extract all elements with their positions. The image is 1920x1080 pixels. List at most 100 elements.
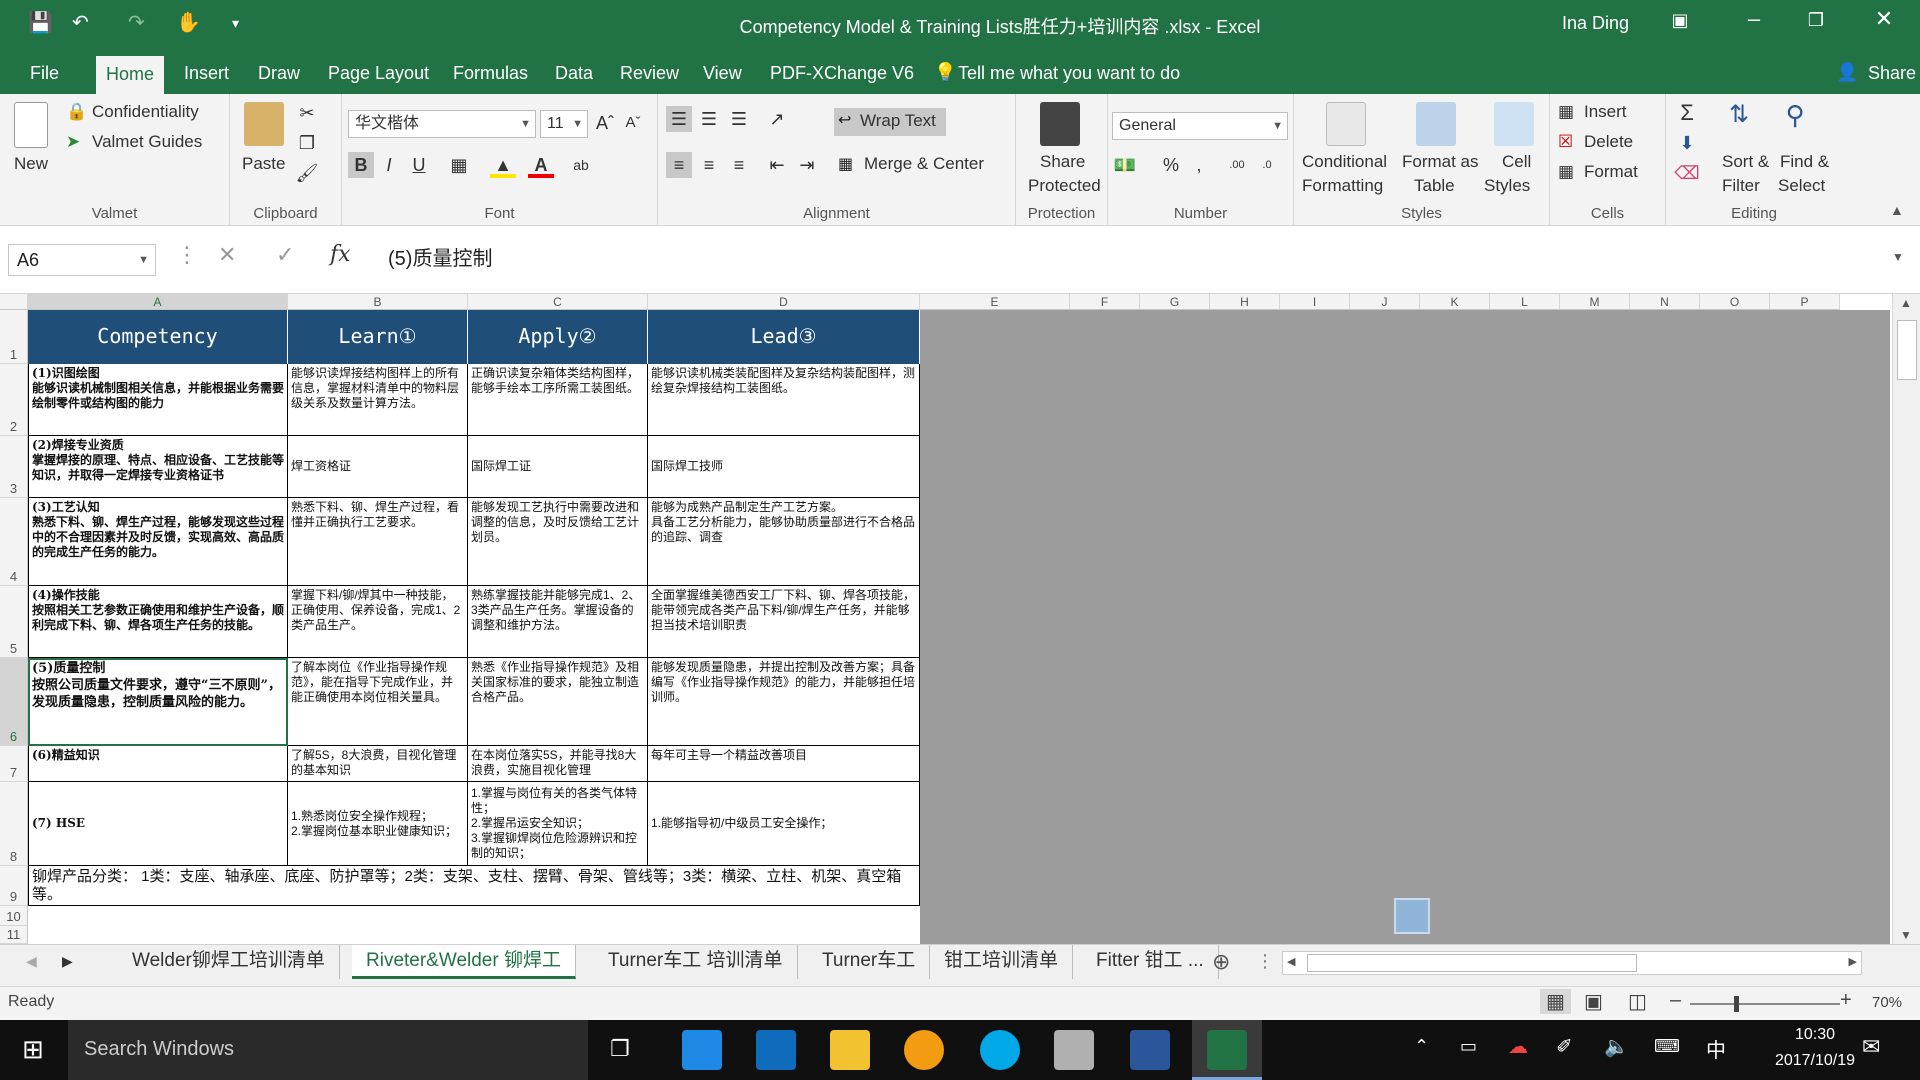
expand-formula-icon[interactable]: ▼	[1892, 250, 1904, 264]
align-right-icon[interactable]: ≡	[726, 152, 752, 178]
decrease-decimal-icon[interactable]: .0	[1254, 152, 1280, 178]
tab-draw[interactable]: Draw	[248, 58, 310, 94]
column-header[interactable]: A	[28, 294, 288, 310]
minimize-icon[interactable]: –	[1734, 6, 1774, 32]
delete-button[interactable]: Delete	[1584, 132, 1633, 152]
snipping-tool-icon[interactable]	[1054, 1030, 1094, 1070]
task-view-icon[interactable]: ❐	[610, 1036, 630, 1062]
find-select-label-1[interactable]: Find &	[1780, 152, 1829, 172]
sort-filter-label-2[interactable]: Filter	[1722, 176, 1760, 196]
valmet-guides-button[interactable]: Valmet Guides	[92, 132, 202, 152]
table-cell[interactable]: (1)识图绘图 能够识读机械制图相关信息，并能根据业务需要绘制零件或结构图的能力	[28, 364, 288, 436]
tab-page-layout[interactable]: Page Layout	[318, 58, 439, 94]
pen-icon[interactable]: ✐	[1556, 1034, 1573, 1059]
volume-icon[interactable]: 🔈	[1604, 1034, 1629, 1059]
autosum-icon[interactable]: Σ	[1674, 100, 1700, 126]
table-cell[interactable]: 了解5S，8大浪费，目视化管理的基本知识	[288, 746, 468, 782]
paste-button[interactable]: Paste	[242, 154, 285, 174]
column-header[interactable]: O	[1700, 294, 1770, 310]
more-options-icon[interactable]: ⋮	[176, 242, 198, 268]
table-cell[interactable]: (5)质量控制 按照公司质量文件要求，遵守“三不原则”，发现质量隐患，控制质量风…	[28, 658, 288, 746]
align-center-icon[interactable]: ≡	[696, 152, 722, 178]
increase-font-icon[interactable]: Aˆ	[592, 110, 618, 136]
fill-icon[interactable]: ⬇	[1674, 130, 1700, 156]
table-cell[interactable]: 能够识读机械类装配图样及复杂结构装配图样，测绘复杂焊接结构工装图纸。	[648, 364, 920, 436]
clear-icon[interactable]: ⌫	[1674, 160, 1700, 186]
excel-taskbar-button[interactable]	[1192, 1020, 1262, 1080]
battery-icon[interactable]: ▭	[1460, 1036, 1477, 1057]
column-header[interactable]: F	[1070, 294, 1140, 310]
comma-icon[interactable]: ,	[1186, 152, 1212, 178]
table-cell[interactable]: 国际焊工证	[468, 436, 648, 498]
row-header[interactable]: 5	[0, 586, 28, 658]
sort-filter-label-1[interactable]: Sort &	[1722, 152, 1769, 172]
row-header[interactable]: 7	[0, 746, 28, 782]
table-cell[interactable]: (6)精益知识	[28, 746, 288, 782]
row-header[interactable]: 3	[0, 436, 28, 498]
format-button[interactable]: Format	[1584, 162, 1638, 182]
table-cell[interactable]: 正确识读复杂箱体类结构图样，能够手绘本工序所需工装图纸。	[468, 364, 648, 436]
font-color-icon[interactable]: A	[528, 152, 554, 178]
column-header[interactable]: L	[1490, 294, 1560, 310]
row-header[interactable]: 6	[0, 658, 28, 746]
orientation-icon[interactable]: ↗	[764, 106, 790, 132]
column-header[interactable]: H	[1210, 294, 1280, 310]
skype-icon[interactable]	[980, 1030, 1020, 1070]
cell-styles-label-1[interactable]: Cell	[1502, 152, 1531, 172]
scroll-up-icon[interactable]: ▲	[1900, 296, 1912, 310]
scroll-left-icon[interactable]: ◀	[1287, 955, 1295, 968]
vertical-scrollbar[interactable]: ▲ ▼	[1892, 294, 1920, 944]
restore-icon[interactable]: ❐	[1796, 10, 1836, 31]
new-button[interactable]: New	[14, 154, 48, 174]
page-break-view-icon[interactable]: ◫	[1628, 989, 1647, 1014]
table-cell[interactable]: 掌握下料/铆/焊其中一种技能，正确使用、保养设备，完成1、2类产品生产。	[288, 586, 468, 658]
share-button[interactable]: Share	[1858, 58, 1920, 94]
column-header[interactable]: J	[1350, 294, 1420, 310]
row-header[interactable]: 9	[0, 866, 28, 906]
ime-indicator[interactable]: 中	[1706, 1034, 1726, 1063]
table-cell[interactable]: 全面掌握维美德西安工厂下料、铆、焊各项技能，能带领完成各类产品下料/铆/焊生产任…	[648, 586, 920, 658]
add-sheet-icon[interactable]: ⊕	[1212, 949, 1230, 975]
increase-indent-icon[interactable]: ⇥	[794, 152, 820, 178]
worksheet-grid[interactable]: ▲ ▼ A B C D E F G H I J K L M N O P 1 2 3 4 5 6 7 8 9 10 11 Compete…	[0, 294, 1920, 944]
table-cell[interactable]: 熟练掌握技能并能够完成1、2、3类产品生产任务。掌握设备的调整和维护方法。	[468, 586, 648, 658]
align-left-icon[interactable]: ≡	[666, 152, 692, 178]
page-layout-view-icon[interactable]: ▣	[1584, 989, 1603, 1014]
decrease-font-icon[interactable]: Aˇ	[620, 110, 646, 136]
tab-insert[interactable]: Insert	[174, 58, 239, 94]
table-cell[interactable]: 了解本岗位《作业指导操作规范》，能在指导下完成作业，并能正确使用本岗位相关量具。	[288, 658, 468, 746]
table-cell[interactable]: 1.掌握与岗位有关的各类气体特性； 2.掌握吊运安全知识； 3.掌握铆焊岗位危险…	[468, 782, 648, 866]
font-size-combo[interactable]: 11 ▼	[540, 110, 588, 138]
horizontal-scrollbar[interactable]: ◀ ▶	[1282, 951, 1862, 975]
table-cell[interactable]: 1.熟悉岗位安全操作规程； 2.掌握岗位基本职业健康知识；	[288, 782, 468, 866]
touch-mode-icon[interactable]: ✋	[176, 10, 201, 36]
table-cell[interactable]: 1.能够指导初/中级员工安全操作；	[648, 782, 920, 866]
clock-date[interactable]: 2017/10/19	[1762, 1052, 1868, 1070]
outlook-icon[interactable]	[756, 1030, 796, 1070]
table-header-cell[interactable]: Lead③	[648, 310, 920, 364]
row-header[interactable]: 8	[0, 782, 28, 866]
formula-input[interactable]: (5)质量控制	[376, 244, 1886, 276]
conditional-formatting-label-1[interactable]: Conditional	[1302, 152, 1387, 172]
column-header[interactable]: P	[1770, 294, 1840, 310]
table-cell[interactable]: 熟悉下料、铆、焊生产过程，看懂并正确执行工艺要求。	[288, 498, 468, 586]
file-explorer-icon[interactable]	[830, 1030, 870, 1070]
table-cell[interactable]: 能够发现质量隐患，并提出控制及改善方案；具备编写《作业指导操作规范》的能力，并能…	[648, 658, 920, 746]
table-cell[interactable]: 每年可主导一个精益改善项目	[648, 746, 920, 782]
zoom-slider[interactable]	[1690, 996, 1840, 1012]
increase-decimal-icon[interactable]: .00	[1224, 152, 1250, 178]
table-header-cell[interactable]: Apply②	[468, 310, 648, 364]
redo-icon[interactable]: ↷	[128, 10, 145, 36]
row-header[interactable]: 10	[0, 906, 28, 926]
floating-object-icon[interactable]	[1394, 898, 1430, 934]
insert-function-icon[interactable]: fx	[330, 242, 351, 267]
column-header[interactable]: C	[468, 294, 648, 310]
tab-file[interactable]: File	[20, 58, 69, 94]
sheet-tab[interactable]: Turner车工 培训清单	[594, 945, 798, 979]
table-cell[interactable]: 能够发现工艺执行中需要改进和调整的信息，及时反馈给工艺计划员。	[468, 498, 648, 586]
format-as-table-label-1[interactable]: Format as	[1402, 152, 1479, 172]
row-header[interactable]: 1	[0, 310, 28, 364]
table-cell[interactable]: 焊工资格证	[288, 436, 468, 498]
column-header[interactable]: D	[648, 294, 920, 310]
align-top-icon[interactable]: ☰	[666, 106, 692, 132]
